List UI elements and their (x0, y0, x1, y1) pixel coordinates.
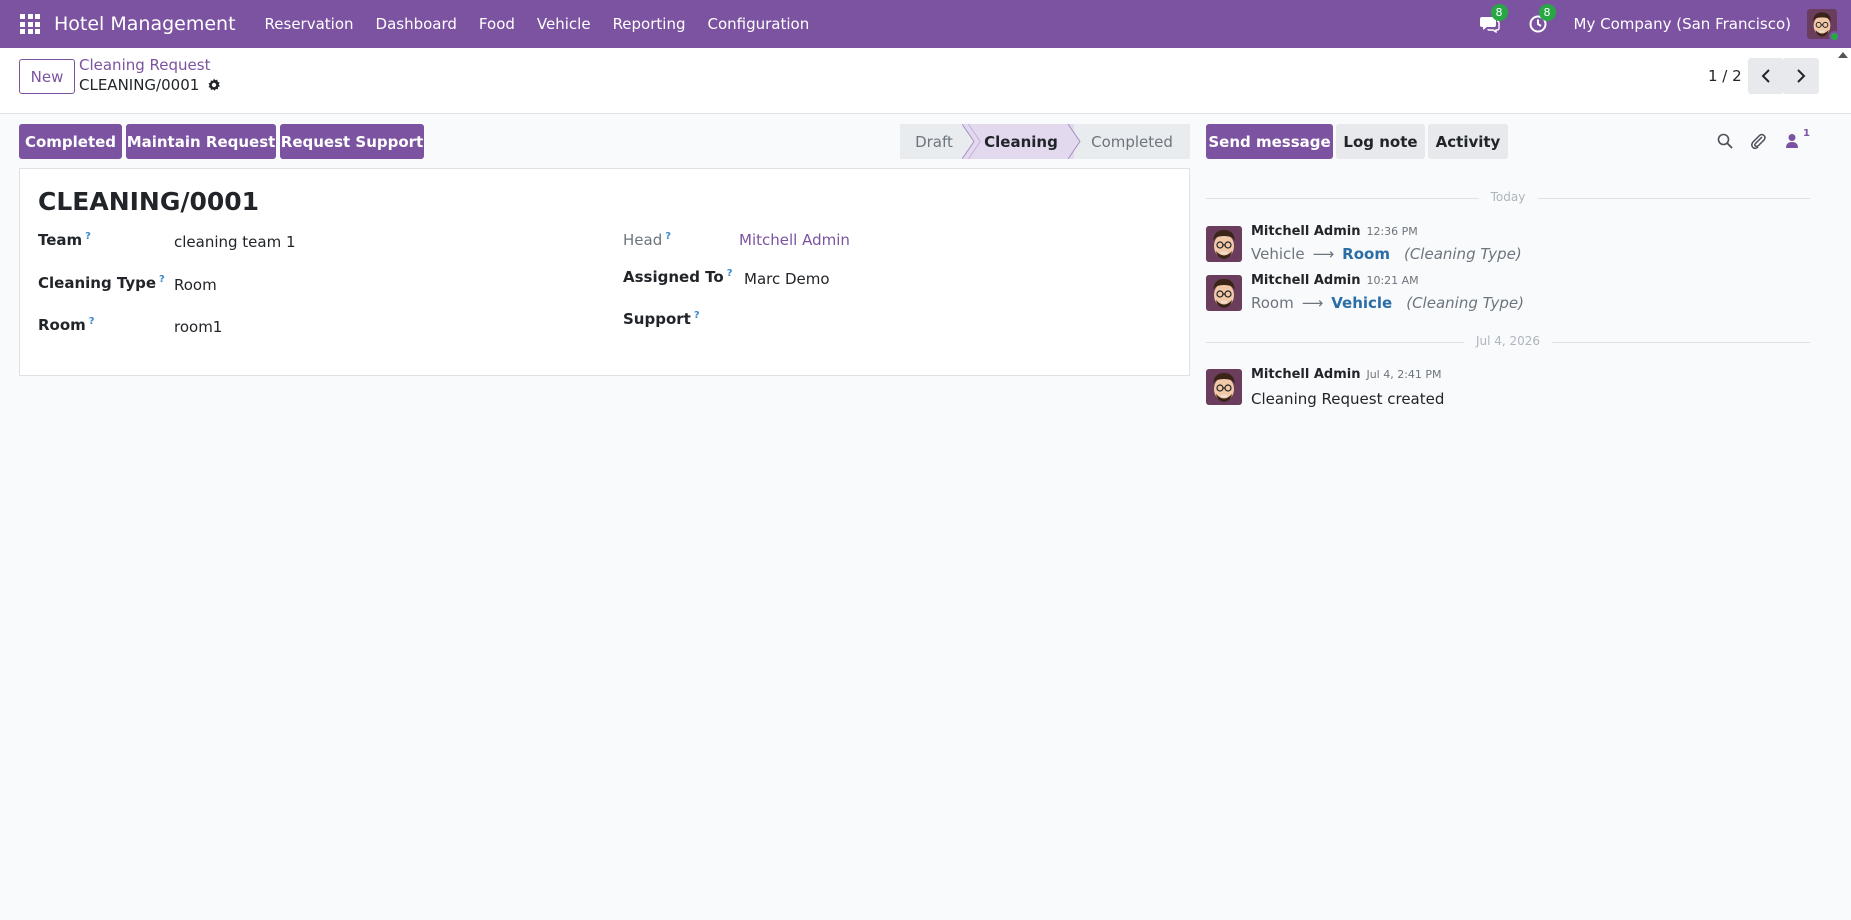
assigned-to-field[interactable]: Marc Demo (744, 270, 830, 288)
help-tooltip[interactable]: ? (694, 310, 700, 321)
new-value: Room (1342, 245, 1390, 263)
company-switcher[interactable]: My Company (San Francisco) (1574, 15, 1791, 33)
menu-food[interactable]: Food (468, 15, 526, 33)
maintain-request-button[interactable]: Maintain Request (126, 124, 276, 159)
menu-reservation[interactable]: Reservation (254, 15, 365, 33)
help-tooltip[interactable]: ? (89, 316, 95, 327)
cleaning-type-label: Cleaning Type? (38, 274, 165, 292)
team-label: Team? (38, 231, 91, 249)
log-note-button[interactable]: Log note (1336, 124, 1425, 159)
apps-menu-icon[interactable] (20, 14, 40, 34)
team-label-text: Team (38, 231, 83, 249)
pager-previous-button[interactable] (1748, 58, 1784, 94)
message-author[interactable]: Mitchell Admin (1251, 224, 1360, 239)
message-header: Mitchell Admin Jul 4, 2:41 PM (1251, 367, 1442, 382)
chevron-right-icon (1797, 69, 1806, 83)
message-avatar[interactable] (1206, 275, 1242, 311)
navbar-systray: 8 8 My Company (San Francisco) (1478, 0, 1851, 48)
followers-count: 1 (1803, 128, 1810, 139)
control-panel: New Cleaning Request CLEANING/0001 1 / 2 (0, 48, 1851, 114)
support-label: Support? (623, 310, 700, 328)
menu-configuration[interactable]: Configuration (696, 15, 820, 33)
menu-vehicle[interactable]: Vehicle (526, 15, 602, 33)
head-label-text: Head (623, 231, 663, 249)
room-field[interactable]: room1 (174, 318, 222, 336)
message-author[interactable]: Mitchell Admin (1251, 273, 1360, 288)
record-title: CLEANING/0001 (38, 187, 260, 216)
activities-badge: 8 (1538, 4, 1556, 21)
tracked-field-name: (Cleaning Type) (1403, 245, 1522, 263)
arrow-right-icon: ⟶ (1312, 245, 1335, 263)
cleaning-type-label-text: Cleaning Type (38, 274, 157, 292)
message-time: 10:21 AM (1366, 274, 1419, 287)
user-avatar[interactable] (1807, 9, 1840, 42)
status-chevrons (962, 124, 981, 159)
tracked-field-name: (Cleaning Type) (1406, 294, 1524, 312)
messages-badge: 8 (1490, 4, 1508, 21)
help-tooltip[interactable]: ? (665, 231, 671, 242)
help-tooltip[interactable]: ? (727, 268, 733, 279)
completed-action-button[interactable]: Completed (19, 124, 122, 159)
online-status-dot (1829, 31, 1840, 42)
date-separator-older: Jul 4, 2026 (1206, 334, 1810, 350)
chevron-left-icon (1761, 69, 1770, 83)
date-separator-label: Jul 4, 2026 (1463, 334, 1553, 348)
message-time: 12:36 PM (1366, 225, 1418, 238)
head-label: Head? (623, 231, 671, 249)
app-title[interactable]: Hotel Management (54, 13, 236, 35)
breadcrumb-parent[interactable]: Cleaning Request (79, 56, 210, 74)
form-sheet: CLEANING/0001 Team? cleaning team 1 Clea… (19, 168, 1190, 376)
request-support-button[interactable]: Request Support (280, 124, 424, 159)
assigned-to-label-text: Assigned To (623, 268, 724, 286)
breadcrumb-current-label: CLEANING/0001 (79, 76, 200, 94)
support-field[interactable] (744, 310, 1044, 330)
team-field[interactable]: cleaning team 1 (174, 233, 296, 251)
help-tooltip[interactable]: ? (85, 231, 91, 242)
messages-icon[interactable]: 8 (1478, 4, 1508, 36)
head-field[interactable]: Mitchell Admin (739, 231, 850, 249)
support-label-text: Support (623, 310, 691, 328)
help-tooltip[interactable]: ? (159, 274, 165, 285)
activity-button[interactable]: Activity (1428, 124, 1508, 159)
breadcrumb-current: CLEANING/0001 (79, 76, 221, 94)
search-icon[interactable] (1714, 130, 1736, 152)
room-label-text: Room (38, 316, 86, 334)
message-tracking-value: Vehicle ⟶ Room (Cleaning Type) (1251, 245, 1522, 263)
menu-reporting[interactable]: Reporting (602, 15, 697, 33)
pager-next-button[interactable] (1783, 58, 1819, 94)
gear-icon[interactable] (207, 78, 221, 92)
assigned-to-label: Assigned To? (623, 268, 733, 286)
message-author[interactable]: Mitchell Admin (1251, 367, 1360, 382)
new-button[interactable]: New (19, 59, 75, 94)
cleaning-type-field[interactable]: Room (174, 276, 217, 294)
message-tracking-value: Room ⟶ Vehicle (Cleaning Type) (1251, 294, 1524, 312)
main-menu: Reservation Dashboard Food Vehicle Repor… (254, 15, 821, 33)
message-header: Mitchell Admin 12:36 PM (1251, 224, 1418, 239)
pager-value[interactable]: 1 / 2 (1708, 67, 1742, 85)
stage-draft[interactable]: Draft (900, 124, 968, 159)
old-value: Room (1251, 294, 1294, 312)
menu-dashboard[interactable]: Dashboard (365, 15, 468, 33)
message-avatar[interactable] (1206, 226, 1242, 262)
followers-icon[interactable] (1781, 130, 1803, 152)
scrollbar-up-arrow[interactable] (1838, 52, 1848, 58)
top-navbar: Hotel Management Reservation Dashboard F… (0, 0, 1851, 48)
paperclip-icon[interactable] (1747, 130, 1769, 152)
message-time: Jul 4, 2:41 PM (1366, 368, 1442, 381)
room-label: Room? (38, 316, 95, 334)
date-separator-today: Today (1206, 190, 1810, 206)
date-separator-label: Today (1478, 190, 1538, 204)
message-header: Mitchell Admin 10:21 AM (1251, 273, 1419, 288)
send-message-button[interactable]: Send message (1206, 124, 1333, 159)
activities-clock-icon[interactable]: 8 (1526, 4, 1556, 36)
new-value: Vehicle (1331, 294, 1393, 312)
message-avatar[interactable] (1206, 369, 1242, 405)
arrow-right-icon: ⟶ (1301, 294, 1324, 312)
message-body: Cleaning Request created (1251, 390, 1445, 408)
status-chevron-active (1068, 124, 1081, 159)
old-value: Vehicle (1251, 245, 1305, 263)
